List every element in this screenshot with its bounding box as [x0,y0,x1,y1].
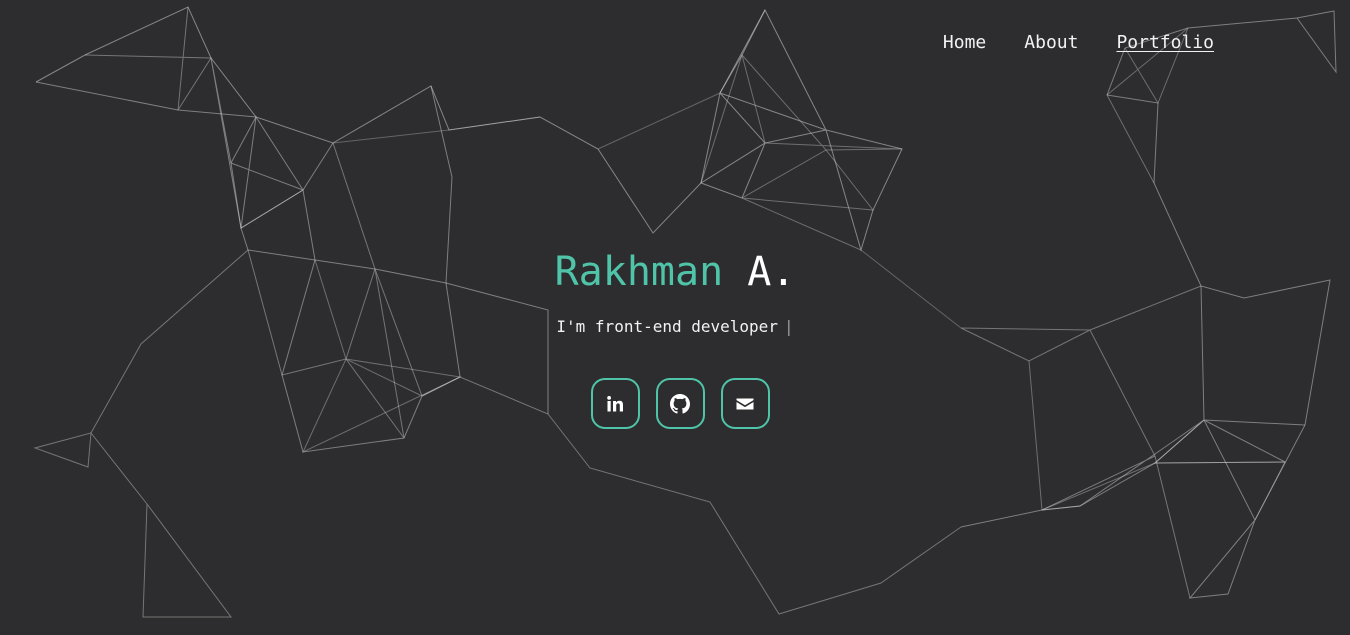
mail-icon [736,398,754,409]
social-links [0,378,1350,429]
main-nav: Home About Portfolio [943,32,1214,53]
hero-subtitle: I'm front-end developer | [0,316,1350,338]
hero-name: Rakhman A. [0,248,1350,296]
mail-button[interactable] [720,378,770,429]
hero-name-last: A. [747,249,796,295]
hero: Rakhman A. I'm front-end developer | [0,248,1350,429]
linkedin-button[interactable] [590,378,640,429]
linkedin-icon [607,395,623,411]
github-icon [670,393,690,414]
github-button[interactable] [655,378,705,429]
hero-name-first: Rakhman [554,249,724,295]
nav-about-link[interactable]: About [1024,32,1078,53]
typing-cursor: | [783,317,794,336]
nav-portfolio-link[interactable]: Portfolio [1116,32,1214,53]
nav-home-link[interactable]: Home [943,32,986,53]
hero-subtitle-text: I'm front-end developer [556,317,778,336]
